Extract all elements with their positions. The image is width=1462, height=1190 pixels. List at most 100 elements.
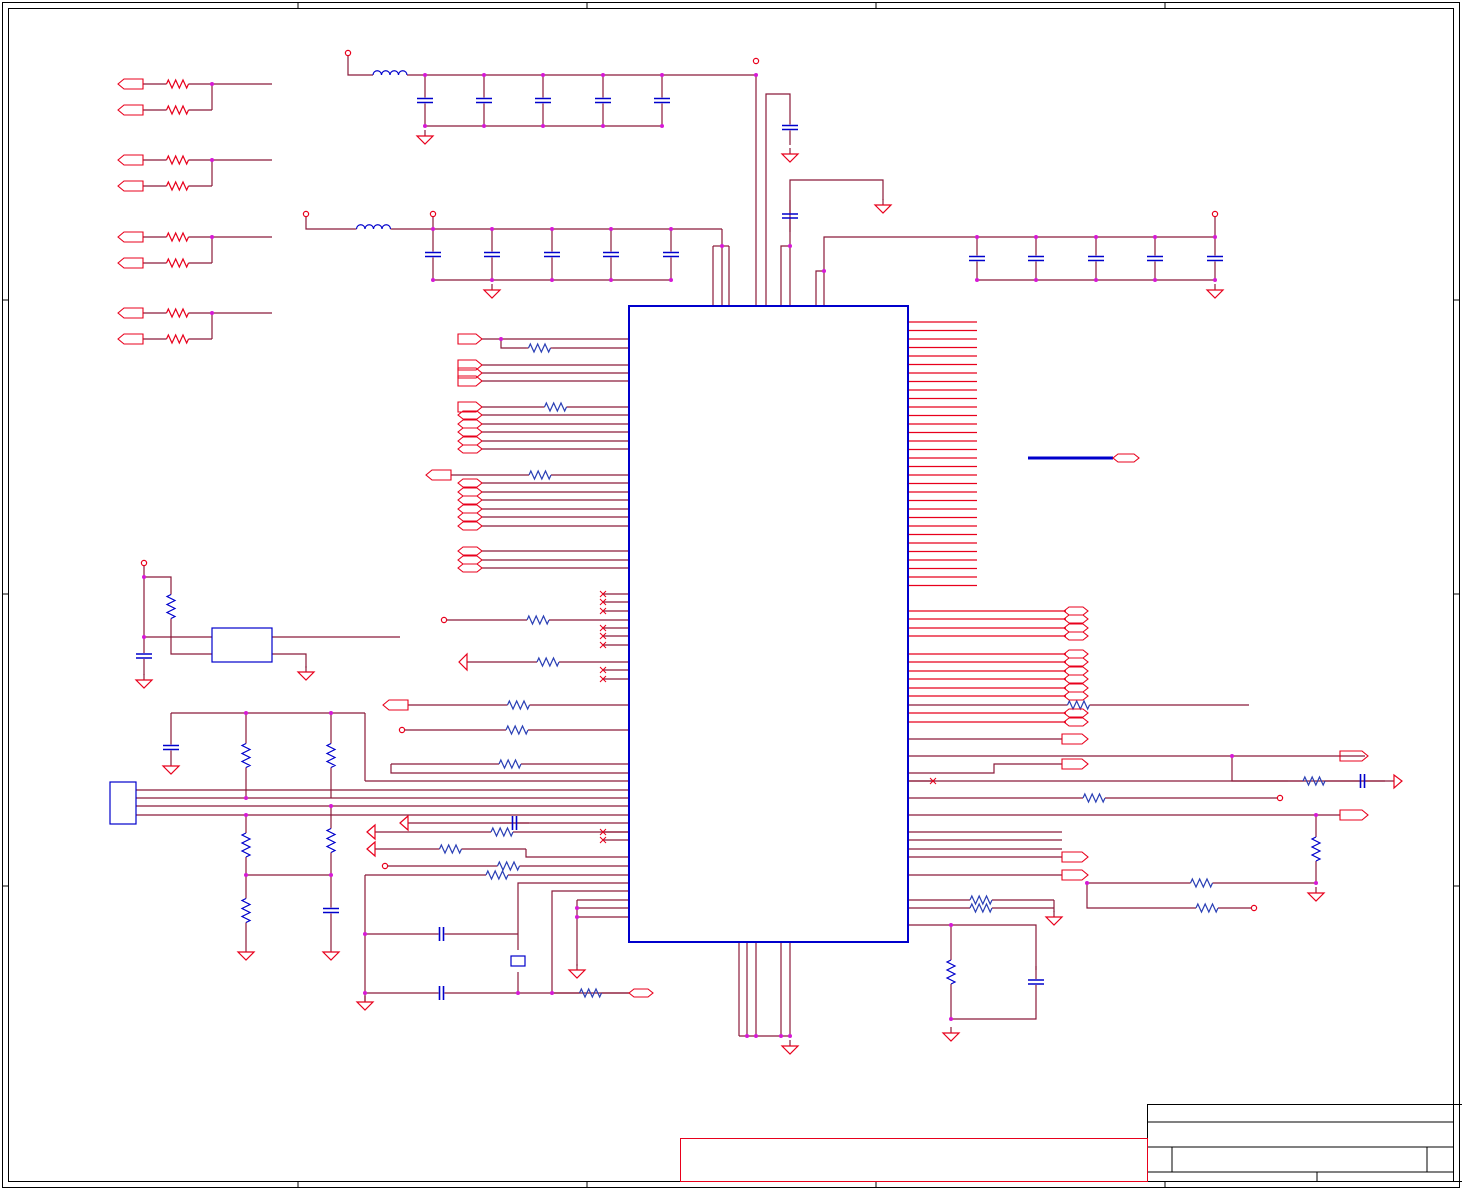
wire: [500, 339, 526, 349]
port-flag: [457, 546, 483, 556]
junction-dot: [720, 244, 724, 248]
port-flag: [1063, 674, 1089, 684]
resistor-symbol: [536, 656, 560, 668]
port-flag: [1063, 683, 1089, 693]
junction-dot: [669, 278, 673, 282]
junction-dot: [1094, 278, 1098, 282]
resistor-symbol: [165, 593, 177, 620]
ground-symbol: [321, 951, 341, 961]
resistor-symbol: [165, 307, 190, 319]
resistor-symbol: [528, 469, 552, 481]
capacitor-symbol: [782, 124, 798, 131]
junction-dot: [482, 124, 486, 128]
junction-dot: [575, 906, 579, 910]
ground-symbol: [355, 1001, 375, 1011]
port-flag: [117, 333, 144, 345]
port-flag: [457, 419, 483, 429]
wire: [1086, 883, 1160, 909]
resistor-symbol: [578, 987, 603, 999]
resistor-symbol: [1189, 877, 1214, 889]
port-flag: [457, 444, 483, 454]
ground-symbol: [567, 969, 587, 979]
resistor-symbol: [1066, 699, 1091, 711]
inductor-symbol: [372, 70, 408, 76]
junction-dot: [1153, 278, 1157, 282]
capacitor-symbol: [417, 97, 433, 104]
resistor-symbol: [240, 897, 252, 924]
schematic-canvas: [2, 2, 1462, 1188]
power-terminal: [398, 726, 406, 734]
resistor-symbol: [527, 342, 552, 354]
port-flag: [117, 180, 144, 192]
junction-dot: [1213, 235, 1217, 239]
port-flag: [425, 469, 452, 481]
capacitor-symbol: [1028, 255, 1044, 262]
resistor-symbol: [505, 724, 529, 736]
junction-dot: [1034, 278, 1038, 282]
capacitor-symbol: [425, 251, 441, 258]
port-flag: [1063, 649, 1089, 659]
capacitor-symbol: [544, 251, 560, 258]
resistor-symbol: [498, 758, 522, 770]
resistor-symbol: [543, 401, 568, 413]
resistor-symbol: [490, 826, 514, 838]
junction-dot: [788, 244, 792, 248]
junction-dot: [541, 124, 545, 128]
junction-dot: [822, 269, 826, 273]
ground-symbol: [1393, 773, 1403, 790]
capacitor-symbol: [1028, 979, 1044, 985]
junction-dot: [660, 124, 664, 128]
ground-symbol: [296, 671, 316, 681]
ground-symbol: [161, 765, 181, 775]
junction-dot: [516, 991, 520, 995]
port-flag: [1063, 657, 1089, 667]
junction-dot: [431, 227, 435, 231]
schematic-sheet: [0, 0, 1462, 1190]
resistor-symbol: [485, 869, 509, 881]
wire: [1231, 756, 1288, 782]
junction-dot: [1314, 881, 1318, 885]
capacitor-symbol: [163, 744, 179, 751]
junction-dot: [754, 1034, 758, 1038]
resistor-symbol: [165, 257, 190, 269]
junction-dot: [669, 227, 673, 231]
resistor-symbol: [1302, 775, 1326, 787]
port-flag: [1063, 708, 1089, 718]
ground-symbol: [415, 135, 435, 145]
capacitor-symbol: [438, 927, 445, 941]
resistor-symbol: [945, 959, 957, 985]
junction-dot: [210, 82, 214, 86]
crystal-symbol: [510, 955, 526, 967]
junction-dot: [490, 278, 494, 282]
capacitor-symbol: [969, 255, 985, 262]
junction-dot: [423, 124, 427, 128]
capacitor-symbol: [1088, 255, 1104, 262]
wire: [347, 56, 372, 76]
port-flag: [1063, 717, 1089, 727]
junction-dot: [601, 73, 605, 77]
notes-box: [680, 1138, 1148, 1182]
junction-dot: [975, 235, 979, 239]
junction-dot: [660, 73, 664, 77]
junction-dot: [210, 311, 214, 315]
power-terminal: [440, 616, 448, 624]
ground-symbol: [399, 814, 409, 832]
junction-dot: [142, 575, 146, 579]
junction-dot: [142, 635, 146, 639]
power-terminal: [344, 49, 352, 57]
resistor-symbol: [325, 742, 337, 769]
ground-symbol: [366, 840, 376, 858]
sheet-border: [2, 2, 1460, 1188]
port-flag: [1061, 851, 1089, 863]
port-flag: [457, 504, 483, 514]
resistor-symbol: [969, 902, 993, 914]
junction-dot: [423, 73, 427, 77]
wire: [305, 217, 355, 230]
junction-dot: [1230, 754, 1234, 758]
junction-dot: [754, 73, 758, 77]
wire: [908, 763, 1062, 774]
port-flag: [457, 555, 483, 565]
junction-dot: [745, 1034, 749, 1038]
junction-dot: [609, 278, 613, 282]
wire: [525, 849, 629, 858]
